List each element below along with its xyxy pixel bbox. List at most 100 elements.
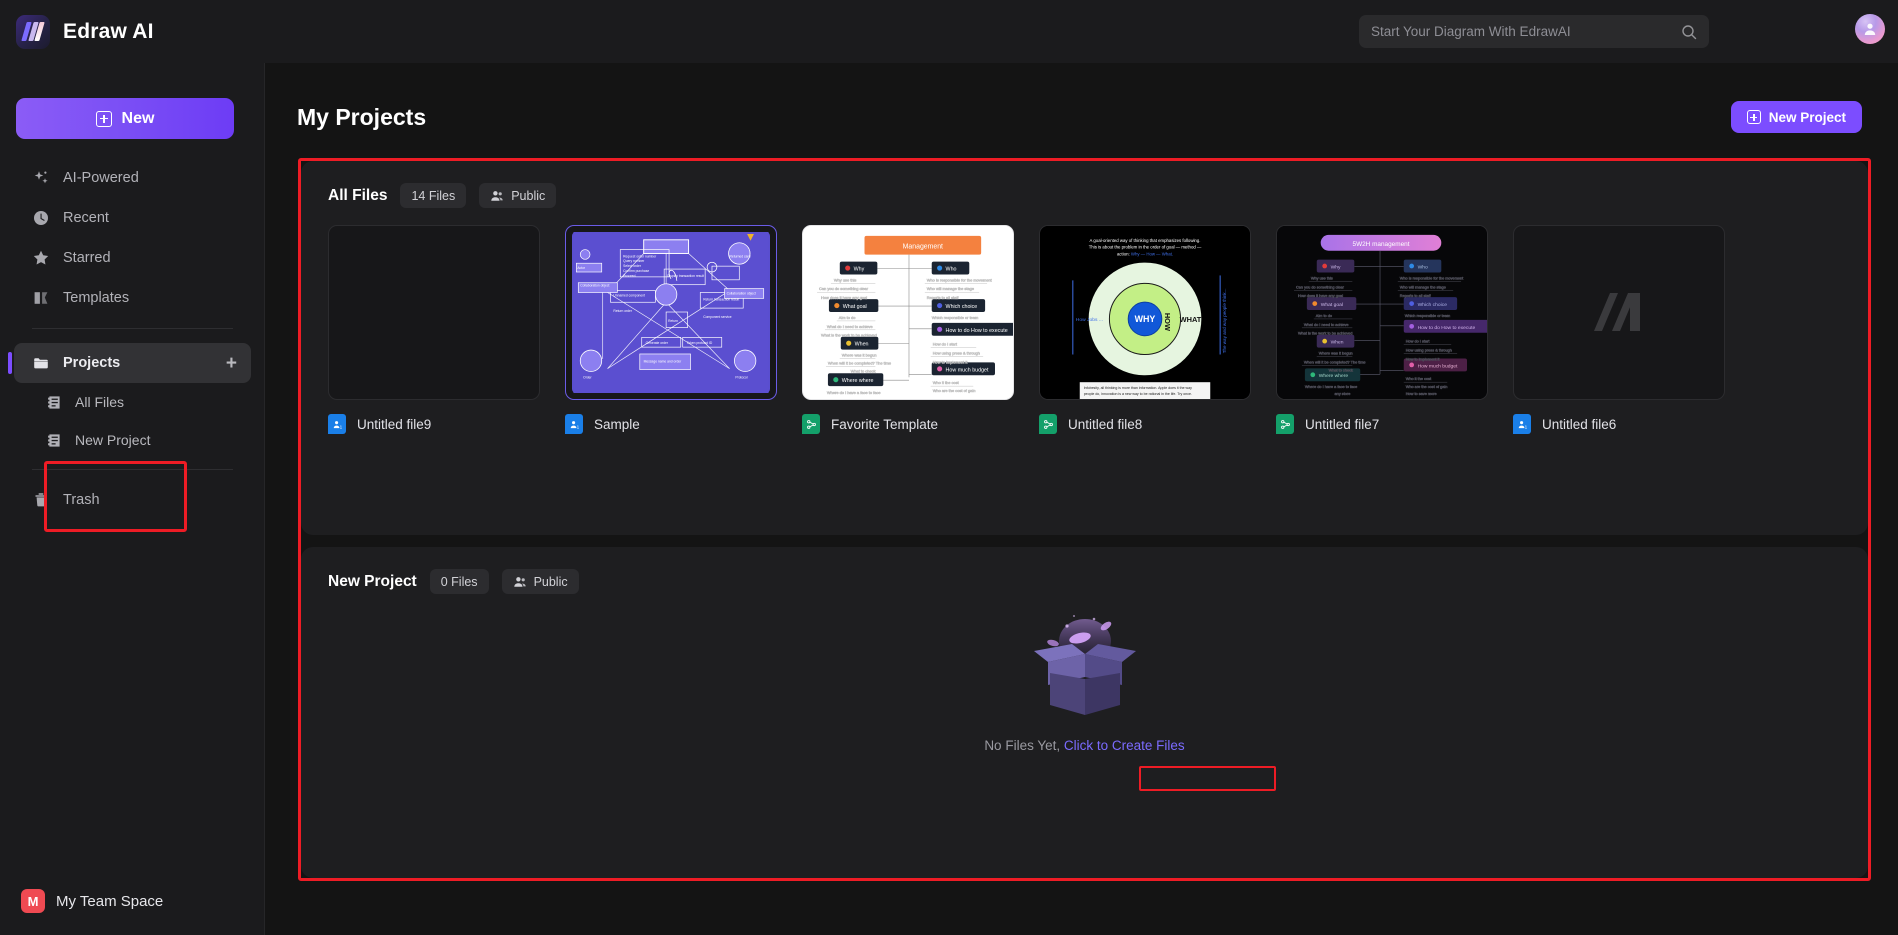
file-count-chip[interactable]: 0 Files bbox=[429, 569, 489, 594]
star-icon bbox=[32, 249, 50, 267]
clock-icon bbox=[32, 209, 50, 227]
new-project-button-label: New Project bbox=[1768, 109, 1846, 125]
add-project-icon[interactable]: + bbox=[226, 354, 237, 373]
sidebar-item-ai-powered[interactable]: AI-Powered bbox=[14, 158, 251, 198]
svg-text:Can you do something clear: Can you do something clear bbox=[1296, 285, 1345, 289]
panel-title: New Project bbox=[328, 572, 417, 590]
new-button[interactable]: New bbox=[16, 98, 234, 139]
file-count-chip[interactable]: 14 Files bbox=[400, 183, 467, 208]
svg-text:This is about the problem in t: This is about the problem in the order o… bbox=[1089, 245, 1202, 250]
file-thumbnail[interactable] bbox=[1513, 225, 1725, 400]
svg-text:Display transaction result: Display transaction result bbox=[667, 274, 704, 278]
svg-text:Aim to do: Aim to do bbox=[1316, 314, 1332, 318]
svg-text:How does it have any goal: How does it have any goal bbox=[1298, 294, 1343, 298]
team-badge: M bbox=[21, 889, 45, 913]
brand-title: Edraw AI bbox=[63, 19, 154, 43]
sidebar-item-label: AI-Powered bbox=[63, 170, 139, 186]
svg-text:Management: Management bbox=[903, 244, 943, 251]
file-label: Untitled file8 bbox=[1068, 416, 1143, 432]
svg-text:Where was it begun: Where was it begun bbox=[842, 352, 877, 357]
sidebar-item-templates[interactable]: Templates bbox=[14, 278, 251, 318]
page-title: My Projects bbox=[297, 104, 427, 130]
file-thumbnail[interactable]: Collaboration object Collaboration objec… bbox=[565, 225, 777, 400]
visibility-label: Public bbox=[511, 188, 546, 203]
sidebar-item-label: Projects bbox=[63, 355, 121, 371]
sidebar-item-all-files[interactable]: All Files bbox=[40, 383, 251, 421]
svg-text:Query number: Query number bbox=[623, 259, 645, 263]
sidebar-item-label: Recent bbox=[63, 210, 109, 226]
svg-text:Message name and order: Message name and order bbox=[644, 360, 682, 364]
svg-text:Where was it begun: Where was it begun bbox=[1319, 352, 1353, 356]
svg-text:Component service: Component service bbox=[703, 315, 732, 319]
svg-text:What do I need to achieve: What do I need to achieve bbox=[1304, 323, 1349, 327]
svg-text:Select order: Select order bbox=[623, 264, 642, 268]
file-card[interactable]: Management Why Who What goal Which choic… bbox=[802, 225, 1014, 434]
create-files-link[interactable]: Click to Create Files bbox=[1064, 738, 1185, 753]
file-card[interactable]: A goal-oriented way of thinking that emp… bbox=[1039, 225, 1251, 434]
empty-state-text: No Files Yet, Click to Create Files bbox=[984, 738, 1184, 753]
search-input[interactable] bbox=[1371, 24, 1681, 39]
svg-text:Where do I have a face to face: Where do I have a face to face bbox=[1305, 385, 1357, 389]
sidebar-item-projects[interactable]: Projects + bbox=[8, 343, 251, 383]
file-card[interactable]: 1 Untitled file6 bbox=[1513, 225, 1725, 434]
svg-text:1: 1 bbox=[339, 424, 342, 429]
file-thumbnail[interactable] bbox=[328, 225, 540, 400]
visibility-chip[interactable]: Public bbox=[501, 569, 579, 594]
file-card[interactable]: 5W2H management Why Who What goal Which … bbox=[1276, 225, 1488, 434]
search-icon[interactable] bbox=[1681, 24, 1697, 40]
svg-text:Where do I have a face to face: Where do I have a face to face bbox=[827, 390, 881, 395]
svg-text:How do I start: How do I start bbox=[1406, 340, 1431, 344]
svg-text:The way and way people think..: The way and way people think... bbox=[1222, 289, 1227, 354]
panel-title: All Files bbox=[328, 186, 388, 204]
sidebar-item-new-project[interactable]: New Project bbox=[40, 421, 251, 459]
svg-text:How much budget: How much budget bbox=[946, 367, 989, 373]
svg-text:A goal-oriented way of thinkin: A goal-oriented way of thinking that emp… bbox=[1090, 238, 1201, 243]
svg-text:Returned card: Returned card bbox=[730, 254, 751, 258]
panel-new-project: New Project 0 Files Public No Files Yet,… bbox=[301, 547, 1868, 878]
file-type-icon bbox=[1276, 414, 1294, 434]
edraw-logo-icon bbox=[1594, 292, 1640, 331]
svg-text:Proceed: Proceed bbox=[623, 274, 635, 278]
main-content: My Projects New Project All Files 14 Fil… bbox=[265, 63, 1898, 935]
sidebar: New AI-Powered Recent Starred Templates … bbox=[0, 63, 265, 935]
sidebar-item-label: Starred bbox=[63, 250, 111, 266]
file-type-icon: 1 bbox=[565, 414, 583, 434]
file-thumbnail[interactable]: 5W2H management Why Who What goal Which … bbox=[1276, 225, 1488, 400]
svg-text:Order: Order bbox=[583, 375, 592, 379]
svg-text:Who is responsible for the mov: Who is responsible for the movement bbox=[927, 277, 993, 282]
file-card[interactable]: Collaboration object Collaboration objec… bbox=[565, 225, 777, 434]
brand[interactable]: Edraw AI bbox=[0, 14, 265, 49]
file-card[interactable]: 1 Untitled file9 bbox=[328, 225, 540, 434]
avatar[interactable] bbox=[1855, 14, 1885, 44]
file-thumbnail[interactable]: A goal-oriented way of thinking that emp… bbox=[1039, 225, 1251, 400]
file-thumbnail[interactable]: Management Why Who What goal Which choic… bbox=[802, 225, 1014, 400]
svg-text:any store: any store bbox=[1335, 392, 1351, 396]
sidebar-item-trash[interactable]: Trash bbox=[14, 480, 251, 520]
sidebar-item-starred[interactable]: Starred bbox=[14, 238, 251, 278]
file-label: Sample bbox=[594, 416, 640, 432]
sidebar-item-recent[interactable]: Recent bbox=[14, 198, 251, 238]
svg-text:Who: Who bbox=[946, 266, 957, 272]
svg-text:What is the work to be achieve: What is the work to be achieved bbox=[821, 333, 877, 338]
svg-text:Unnamed component: Unnamed component bbox=[613, 293, 645, 297]
panel-header: New Project 0 Files Public bbox=[301, 547, 1868, 594]
svg-text:When: When bbox=[1331, 340, 1344, 346]
people-icon bbox=[513, 576, 526, 587]
visibility-chip[interactable]: Public bbox=[479, 183, 557, 208]
plus-icon bbox=[95, 110, 112, 127]
svg-text:Generate order: Generate order bbox=[646, 341, 669, 345]
empty-state-message: No Files Yet, bbox=[984, 738, 1061, 753]
svg-text:Infobesity, all thinking is mo: Infobesity, all thinking is more than in… bbox=[1084, 386, 1192, 390]
svg-text:When: When bbox=[855, 342, 869, 348]
empty-state: No Files Yet, Click to Create Files bbox=[301, 607, 1868, 753]
svg-text:Protocol: Protocol bbox=[735, 375, 747, 379]
svg-text:Return order: Return order bbox=[613, 309, 632, 313]
search-bar[interactable] bbox=[1359, 15, 1709, 48]
team-space[interactable]: M My Team Space bbox=[16, 882, 246, 920]
new-project-button[interactable]: New Project bbox=[1730, 101, 1862, 133]
svg-text:Why use this: Why use this bbox=[834, 277, 857, 282]
file-label: Untitled file9 bbox=[357, 416, 432, 432]
file-label: Untitled file6 bbox=[1542, 416, 1617, 432]
team-space-label: My Team Space bbox=[56, 892, 164, 910]
file-label: Untitled file7 bbox=[1305, 416, 1380, 432]
